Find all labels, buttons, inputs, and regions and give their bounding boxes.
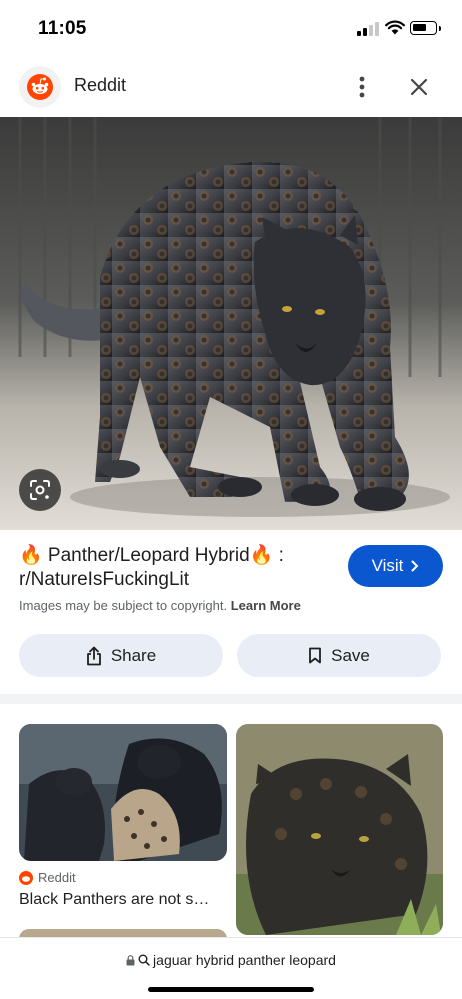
cellular-signal-icon: [357, 22, 379, 36]
lens-search-icon[interactable]: [19, 469, 61, 511]
viewer-header: Reddit: [0, 58, 462, 116]
share-icon: [86, 646, 101, 665]
related-image-1[interactable]: [19, 724, 227, 861]
visit-button[interactable]: Visit: [348, 545, 443, 587]
related-source-label: Reddit: [38, 870, 76, 885]
battery-icon: [410, 21, 441, 35]
close-icon[interactable]: [404, 72, 434, 102]
address-bar[interactable]: jaguar hybrid panther leopard: [0, 937, 462, 999]
save-label: Save: [331, 645, 370, 665]
lock-icon: [126, 954, 135, 965]
home-indicator: [148, 987, 314, 992]
status-time: 11:05: [38, 18, 87, 39]
hero-image[interactable]: [0, 117, 462, 530]
reddit-logo-icon: [19, 870, 33, 885]
result-info: 🔥 Panther/Leopard Hybrid🔥 : r/NatureIsFu…: [0, 530, 462, 690]
save-button[interactable]: Save: [237, 634, 441, 677]
copyright-text: Images may be subject to copyright.: [19, 598, 228, 613]
reddit-logo-icon[interactable]: [19, 66, 61, 108]
status-bar: 11:05: [0, 0, 462, 58]
related-source-1[interactable]: Reddit: [19, 870, 76, 885]
search-icon: [138, 954, 150, 966]
share-label: Share: [110, 645, 157, 665]
section-divider: [0, 694, 462, 704]
wifi-icon: [385, 20, 405, 40]
site-name[interactable]: Reddit: [74, 75, 126, 96]
chevron-right-icon: [411, 560, 419, 572]
visit-label: Visit: [371, 556, 404, 575]
related-image-2[interactable]: [236, 724, 443, 935]
result-title[interactable]: 🔥 Panther/Leopard Hybrid🔥 : r/NatureIsFu…: [19, 544, 319, 592]
related-caption-1[interactable]: Black Panthers are not s…: [19, 891, 227, 909]
url-display[interactable]: jaguar hybrid panther leopard: [0, 952, 462, 968]
bookmark-icon: [309, 647, 322, 664]
learn-more-link[interactable]: Learn More: [231, 598, 301, 613]
url-query: jaguar hybrid panther leopard: [153, 952, 336, 968]
copyright-notice: Images may be subject to copyright. Lear…: [19, 598, 301, 613]
share-button[interactable]: Share: [19, 634, 223, 677]
more-vert-icon[interactable]: [350, 72, 374, 102]
